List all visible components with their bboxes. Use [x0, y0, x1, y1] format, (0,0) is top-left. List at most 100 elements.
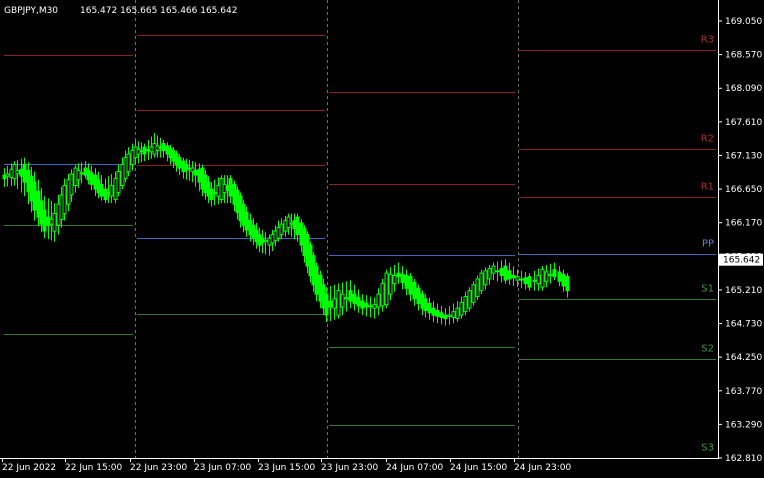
candle-body — [499, 267, 504, 276]
candle-body — [431, 307, 436, 316]
candle-body — [416, 287, 421, 304]
candle-body — [126, 153, 131, 173]
candle-body — [523, 277, 528, 285]
time-tick-label: 24 Jun 23:00 — [514, 463, 571, 473]
candle-body — [161, 143, 166, 152]
time-tick-label: 22 Jun 23:00 — [130, 463, 187, 473]
candle-body — [423, 298, 428, 311]
price-tick-label: 164.730 — [725, 320, 762, 330]
candle-body — [332, 298, 337, 309]
candle-body — [314, 265, 319, 295]
candle-body — [42, 209, 47, 232]
time-tick-label: 24 Jun 07:00 — [386, 463, 443, 473]
time-tick-label: 22 Jun 2022 — [2, 463, 56, 473]
candle-body — [540, 269, 545, 288]
candle-body — [527, 276, 532, 288]
candle-body — [360, 300, 365, 309]
candle-body — [380, 283, 385, 307]
candle-body — [69, 173, 74, 196]
time-tick-label: 22 Jun 15:00 — [65, 463, 122, 473]
time-tick-label: 23 Jun 23:00 — [321, 463, 378, 473]
candle-body — [212, 192, 217, 195]
time-tick-label: 23 Jun 15:00 — [258, 463, 315, 473]
candle-body — [5, 173, 10, 177]
candle-body — [22, 164, 27, 183]
candle-body — [459, 301, 464, 316]
candle-body — [368, 305, 373, 308]
candle-body — [15, 169, 20, 175]
candle-body — [279, 223, 284, 236]
candle-body — [103, 188, 108, 201]
candle-body — [336, 290, 341, 316]
candle-body — [443, 314, 448, 320]
candle-body — [32, 181, 37, 211]
candle-body — [408, 276, 413, 295]
candle-body — [244, 211, 249, 231]
candle-body — [396, 272, 401, 278]
price-tick-label: 166.650 — [725, 185, 762, 195]
level-label-r3: R3 — [701, 35, 714, 46]
candle-body — [451, 311, 456, 318]
candle-body — [519, 278, 524, 281]
candle-body — [435, 309, 440, 317]
price-tick-label: 162.810 — [725, 454, 762, 464]
candle-body — [467, 290, 472, 309]
candle-body — [295, 216, 300, 236]
candle-body — [548, 273, 553, 276]
candle-body — [286, 216, 291, 229]
price-chart[interactable]: R3 R2 R1 PP S1 S2 S3 169.050 168.570 168.090 167.… — [0, 0, 764, 478]
candle-body — [561, 273, 566, 287]
price-tick-label: 163.290 — [725, 420, 762, 430]
candle-body — [89, 172, 94, 185]
candle-body — [62, 185, 67, 215]
candle-body — [487, 267, 492, 280]
candle-body — [340, 293, 345, 308]
candle-body — [376, 293, 381, 308]
candle-body — [479, 272, 484, 292]
candle-body — [263, 239, 268, 243]
candle-body — [475, 278, 480, 297]
candle-body — [495, 270, 500, 273]
candle-body — [209, 188, 214, 201]
candle-body — [352, 293, 357, 304]
candle-body — [471, 284, 476, 303]
candle-body — [193, 169, 198, 176]
candle-body — [439, 312, 444, 318]
level-label-r1: R1 — [701, 182, 714, 193]
candle-body — [142, 146, 147, 155]
candle-body — [455, 307, 460, 320]
candle-body — [392, 274, 397, 285]
candle-body — [364, 302, 369, 308]
candle-body — [384, 272, 389, 306]
current-price-text: 165.642 — [723, 256, 760, 266]
candle-body — [483, 270, 488, 286]
candle-body — [447, 314, 452, 317]
level-label-pp: PP — [702, 239, 714, 250]
candle-body — [344, 297, 349, 300]
candle-body — [76, 169, 81, 181]
price-tick-label: 168.090 — [725, 84, 762, 94]
candle-body — [511, 274, 516, 279]
level-label-s1: S1 — [701, 284, 714, 295]
price-tick-label: 164.250 — [725, 353, 762, 363]
candle-body — [536, 274, 541, 285]
time-tick-label: 24 Jun 15:00 — [450, 463, 507, 473]
candle-body — [116, 171, 121, 194]
price-tick-label: 166.170 — [725, 219, 762, 229]
symbol-timeframe: GBPJPY,M30 — [4, 6, 58, 16]
candle-body — [412, 281, 417, 300]
level-label-s2: S2 — [701, 344, 714, 355]
price-tick-label: 168.570 — [725, 51, 762, 61]
candle-body — [491, 265, 496, 274]
price-tick-label: 165.210 — [725, 286, 762, 296]
candle-body — [328, 300, 333, 308]
price-tick-label: 167.610 — [725, 118, 762, 128]
candle-body — [565, 276, 570, 292]
candle-body — [503, 265, 508, 281]
candle-body — [507, 270, 512, 280]
candle-body — [532, 279, 537, 282]
price-tick-label: 163.770 — [725, 387, 762, 397]
candle-body — [109, 185, 114, 197]
price-tick-label: 167.130 — [725, 151, 762, 161]
candle-body — [552, 269, 557, 278]
